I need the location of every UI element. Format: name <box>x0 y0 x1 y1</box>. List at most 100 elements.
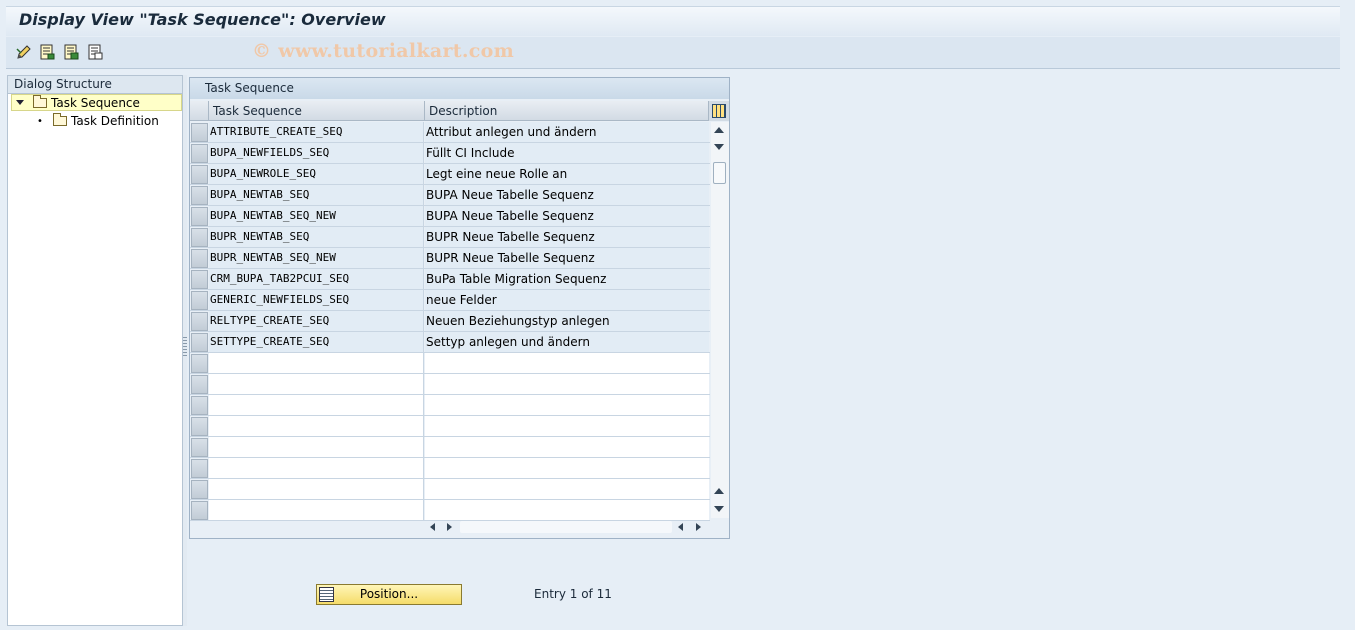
cell-description[interactable] <box>425 416 709 436</box>
table-settings-icon[interactable] <box>709 101 729 121</box>
cell-task-sequence[interactable]: BUPA_NEWFIELDS_SEQ <box>209 143 424 163</box>
cell-task-sequence[interactable]: CRM_BUPA_TAB2PCUI_SEQ <box>209 269 424 289</box>
cell-description[interactable] <box>425 458 709 478</box>
scroll-thumb[interactable] <box>713 162 726 184</box>
table-row[interactable]: BUPA_NEWFIELDS_SEQ Füllt CI Include <box>190 143 710 164</box>
table-row-empty[interactable] <box>190 395 710 416</box>
table-row[interactable]: SETTYPE_CREATE_SEQ Settyp anlegen und änd… <box>190 332 710 353</box>
row-selector[interactable] <box>191 438 208 457</box>
row-selector[interactable] <box>191 165 208 184</box>
cell-task-sequence[interactable]: SETTYPE_CREATE_SEQ <box>209 332 424 352</box>
cell-task-sequence[interactable] <box>209 353 424 373</box>
cell-description[interactable]: BUPA Neue Tabelle Sequenz <box>425 185 709 205</box>
select-all-rows-cell[interactable] <box>190 101 209 121</box>
scroll-left-end-icon[interactable] <box>678 523 683 531</box>
cell-task-sequence[interactable]: ATTRIBUTE_CREATE_SEQ <box>209 122 424 142</box>
tree-item-task-definition[interactable]: • Task Definition <box>11 113 182 130</box>
row-selector[interactable] <box>191 375 208 394</box>
tree-item-task-sequence[interactable]: Task Sequence <box>11 94 182 111</box>
row-selector[interactable] <box>191 270 208 289</box>
table-row-empty[interactable] <box>190 416 710 437</box>
cell-task-sequence[interactable]: BUPR_NEWTAB_SEQ <box>209 227 424 247</box>
column-header-task-sequence[interactable]: Task Sequence <box>209 101 425 121</box>
cell-task-sequence[interactable] <box>209 416 424 436</box>
table-row[interactable]: BUPA_NEWTAB_SEQ BUPA Neue Tabelle Sequenz <box>190 185 710 206</box>
scroll-right-icon[interactable] <box>447 523 452 531</box>
table-row[interactable]: ATTRIBUTE_CREATE_SEQ Attribut anlegen und… <box>190 122 710 143</box>
table-row-empty[interactable] <box>190 500 710 521</box>
table-row-empty[interactable] <box>190 353 710 374</box>
scroll-left-icon[interactable] <box>430 523 435 531</box>
cell-description[interactable]: BUPR Neue Tabelle Sequenz <box>425 227 709 247</box>
cell-task-sequence[interactable] <box>209 479 424 499</box>
cell-description[interactable]: BUPR Neue Tabelle Sequenz <box>425 248 709 268</box>
scroll-right-end-icon[interactable] <box>696 523 701 531</box>
table-row-empty[interactable] <box>190 458 710 479</box>
table-row-empty[interactable] <box>190 374 710 395</box>
cell-task-sequence[interactable] <box>209 500 424 520</box>
cell-description[interactable]: Attribut anlegen und ändern <box>425 122 709 142</box>
cell-task-sequence[interactable] <box>209 458 424 478</box>
row-selector[interactable] <box>191 291 208 310</box>
cell-description[interactable] <box>425 353 709 373</box>
cell-task-sequence[interactable]: BUPR_NEWTAB_SEQ_NEW <box>209 248 424 268</box>
detail-icon[interactable] <box>39 44 55 60</box>
cell-description[interactable]: Neuen Beziehungstyp anlegen <box>425 311 709 331</box>
cell-description[interactable] <box>425 479 709 499</box>
row-selector[interactable] <box>191 501 208 520</box>
row-selector[interactable] <box>191 207 208 226</box>
horizontal-scrollbar[interactable] <box>426 520 710 534</box>
display-change-icon[interactable] <box>16 44 32 60</box>
select-all-icon[interactable] <box>63 44 79 60</box>
cell-description[interactable] <box>425 500 709 520</box>
row-selector[interactable] <box>191 228 208 247</box>
row-selector[interactable] <box>191 417 208 436</box>
cell-description[interactable]: Legt eine neue Rolle an <box>425 164 709 184</box>
scroll-page-up-icon[interactable] <box>714 488 724 494</box>
row-selector[interactable] <box>191 144 208 163</box>
table-row-empty[interactable] <box>190 479 710 500</box>
table-row[interactable]: BUPA_NEWTAB_SEQ_NEW BUPA Neue Tabelle Seq… <box>190 206 710 227</box>
position-button[interactable]: Position... <box>316 584 462 605</box>
cell-task-sequence[interactable] <box>209 437 424 457</box>
deselect-all-icon[interactable] <box>87 44 103 60</box>
cell-description[interactable] <box>425 437 709 457</box>
cell-task-sequence[interactable]: RELTYPE_CREATE_SEQ <box>209 311 424 331</box>
cell-task-sequence[interactable]: BUPA_NEWTAB_SEQ_NEW <box>209 206 424 226</box>
row-selector[interactable] <box>191 396 208 415</box>
row-selector[interactable] <box>191 312 208 331</box>
cell-description[interactable]: Füllt CI Include <box>425 143 709 163</box>
horizontal-scroll-track[interactable] <box>460 521 672 533</box>
table-row[interactable]: BUPA_NEWROLE_SEQ Legt eine neue Rolle an <box>190 164 710 185</box>
cell-task-sequence[interactable]: GENERIC_NEWFIELDS_SEQ <box>209 290 424 310</box>
scroll-page-down-icon[interactable] <box>714 506 724 512</box>
cell-description[interactable] <box>425 374 709 394</box>
table-row[interactable]: RELTYPE_CREATE_SEQ Neuen Beziehungstyp an… <box>190 311 710 332</box>
table-row[interactable]: GENERIC_NEWFIELDS_SEQ neue Felder <box>190 290 710 311</box>
row-selector[interactable] <box>191 480 208 499</box>
row-selector[interactable] <box>191 459 208 478</box>
cell-description[interactable]: BuPa Table Migration Sequenz <box>425 269 709 289</box>
row-selector[interactable] <box>191 333 208 352</box>
cell-description[interactable]: neue Felder <box>425 290 709 310</box>
cell-task-sequence[interactable]: BUPA_NEWROLE_SEQ <box>209 164 424 184</box>
table-row[interactable]: BUPR_NEWTAB_SEQ_NEW BUPR Neue Tabelle Seq… <box>190 248 710 269</box>
cell-task-sequence[interactable] <box>209 374 424 394</box>
cell-description[interactable] <box>425 395 709 415</box>
scroll-down-icon[interactable] <box>714 144 724 150</box>
row-selector[interactable] <box>191 249 208 268</box>
expand-arrow-icon[interactable] <box>16 100 24 106</box>
vertical-scrollbar[interactable] <box>711 122 729 518</box>
row-selector[interactable] <box>191 186 208 205</box>
row-selector[interactable] <box>191 123 208 142</box>
cell-task-sequence[interactable] <box>209 395 424 415</box>
cell-task-sequence[interactable]: BUPA_NEWTAB_SEQ <box>209 185 424 205</box>
scroll-up-icon[interactable] <box>714 127 724 133</box>
table-row[interactable]: CRM_BUPA_TAB2PCUI_SEQ BuPa Table Migratio… <box>190 269 710 290</box>
table-row[interactable]: BUPR_NEWTAB_SEQ BUPR Neue Tabelle Sequenz <box>190 227 710 248</box>
column-header-description[interactable]: Description <box>425 101 709 121</box>
cell-description[interactable]: Settyp anlegen und ändern <box>425 332 709 352</box>
row-selector[interactable] <box>191 354 208 373</box>
table-row-empty[interactable] <box>190 437 710 458</box>
cell-description[interactable]: BUPA Neue Tabelle Sequenz <box>425 206 709 226</box>
